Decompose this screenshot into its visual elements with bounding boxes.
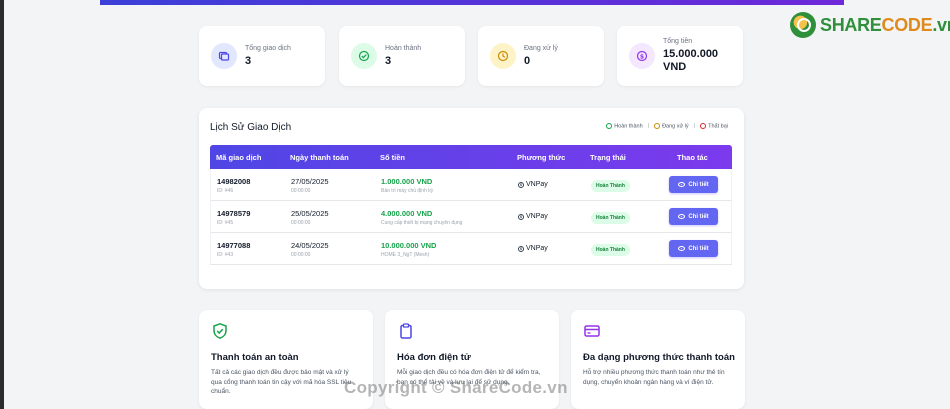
eye-icon: [678, 182, 686, 187]
transaction-description: Cung cấp thiết bị mạng chuyên dụng: [381, 220, 463, 226]
stat-label: Tổng giao dịch: [245, 44, 291, 52]
credit-card-icon: [583, 322, 601, 345]
logo-text-domain: .vn: [932, 14, 950, 35]
transaction-time: 00:00:00: [291, 252, 311, 258]
column-header-date: Ngày thanh toán: [290, 153, 349, 162]
history-title: Lịch Sử Giao Dịch: [210, 122, 292, 133]
legend-dot-icon: [700, 123, 707, 129]
transaction-time: 00:00:00: [291, 220, 311, 226]
feature-text: Hỗ trợ nhiều phương thức thanh toán như …: [583, 369, 725, 386]
eye-icon: [678, 246, 686, 251]
detail-button[interactable]: Chi tiết: [669, 240, 718, 257]
check-circle-icon: [351, 43, 377, 69]
clock-icon: [490, 43, 516, 69]
coin-icon: $: [518, 181, 524, 188]
transaction-amount: 4.000.000 VND: [381, 209, 433, 218]
stat-value: 15.000.000: [663, 48, 719, 60]
legend-item-processing: Đang xử lý: [654, 123, 689, 129]
status-badge: Hoàn Thành: [591, 244, 630, 256]
logo-mark-icon: [790, 12, 816, 38]
payment-method: $ VNPay: [518, 245, 548, 252]
transaction-date: 24/05/2025: [291, 241, 329, 250]
column-header-amount: Số tiền: [380, 153, 406, 162]
clipboard-icon: [397, 322, 415, 345]
stat-label: Hoàn thành: [385, 44, 422, 52]
payment-method: $ VNPay: [518, 181, 548, 188]
copyright-watermark: Copyright © ShareCode.vn: [344, 378, 568, 397]
column-header-method: Phương thức: [517, 153, 566, 162]
transaction-amount: 10.000.000 VND: [381, 241, 437, 250]
stat-label: Tổng tiền: [663, 38, 693, 45]
status-legend: Hoàn thành | Đang xử lý | Thất bại: [606, 123, 728, 129]
stat-card-total-amount: $ Tổng tiền 15.000.000 VND: [617, 26, 743, 86]
coin-icon: $: [518, 245, 524, 252]
column-header-action: Thao tác: [677, 153, 708, 162]
table-row: 14982008 ID: #46 27/05/2025 00:00:00 1.0…: [210, 169, 732, 201]
transaction-time: 00:00:00: [291, 188, 311, 194]
status-badge: Hoàn Thành: [591, 180, 630, 192]
logo-text-code: CODE: [881, 14, 933, 35]
feature-title: Đa dạng phương thức thanh toán: [583, 352, 735, 363]
svg-text:$: $: [640, 53, 644, 60]
feature-title: Hóa đơn điện tử: [397, 352, 471, 363]
window-frame: [0, 0, 4, 409]
transaction-id: ID: #43: [217, 252, 234, 258]
shield-check-icon: [211, 322, 229, 345]
transaction-code: 14977088: [217, 241, 251, 250]
stat-card-completed: Hoàn thành 3: [339, 26, 465, 86]
logo-text-share: SHARE: [820, 14, 882, 35]
payment-method: $ VNPay: [518, 213, 548, 220]
sharecode-logo: SHARECODE.vn: [790, 10, 950, 40]
legend-item-failed: Thất bại: [700, 123, 728, 129]
transaction-table: Mã giao dịch Ngày thanh toán Số tiền Phư…: [210, 145, 732, 265]
stat-value-unit: VND: [663, 61, 687, 73]
feature-text: Tất cả các giao dịch đều được bảo mật và…: [211, 369, 352, 395]
column-header-status: Trạng thái: [590, 153, 626, 162]
receipt-icon: [211, 43, 237, 69]
legend-dot-icon: [606, 123, 613, 129]
transaction-description: HOME 3_NgT (Mesh): [381, 252, 430, 258]
transaction-amount: 1.000.000 VND: [381, 177, 433, 186]
transaction-id: ID: #46: [217, 188, 234, 194]
detail-button[interactable]: Chi tiết: [669, 176, 718, 193]
legend-dot-icon: [654, 123, 661, 129]
transaction-code: 14978579: [217, 209, 251, 218]
transaction-date: 27/05/2025: [291, 177, 329, 186]
column-header-code: Mã giao dịch: [216, 153, 262, 162]
feature-title: Thanh toán an toàn: [211, 352, 299, 363]
stat-value: 3: [245, 54, 252, 67]
transaction-description: Bảo trì máy chủ định kỳ: [381, 188, 434, 194]
table-row: 14977088 ID: #43 24/05/2025 00:00:00 10.…: [210, 233, 732, 265]
stat-label: Đang xử lý: [524, 44, 558, 52]
transaction-date: 25/05/2025: [291, 209, 329, 218]
coin-icon: $: [518, 213, 524, 220]
stat-value: 0: [524, 54, 531, 67]
status-badge: Hoàn Thành: [591, 212, 630, 224]
detail-button[interactable]: Chi tiết: [669, 208, 718, 225]
transaction-code: 14982008: [217, 177, 251, 186]
transaction-history-card: Lịch Sử Giao Dịch Hoàn thành | Đang xử l…: [199, 108, 744, 289]
dollar-icon: $: [629, 43, 655, 69]
stat-value: 3: [385, 54, 392, 67]
transaction-id: ID: #45: [217, 220, 234, 226]
legend-item-completed: Hoàn thành: [606, 123, 643, 129]
stat-card-processing: Đang xử lý 0: [478, 26, 604, 86]
top-gradient-bar: [100, 0, 844, 5]
feature-card-payment-methods: Đa dạng phương thức thanh toán Hỗ trợ nh…: [571, 310, 745, 409]
table-header: Mã giao dịch Ngày thanh toán Số tiền Phư…: [210, 145, 732, 169]
table-row: 14978579 ID: #45 25/05/2025 00:00:00 4.0…: [210, 201, 732, 233]
stat-card-total-transactions: Tổng giao dịch 3: [199, 26, 325, 86]
eye-icon: [678, 214, 686, 219]
